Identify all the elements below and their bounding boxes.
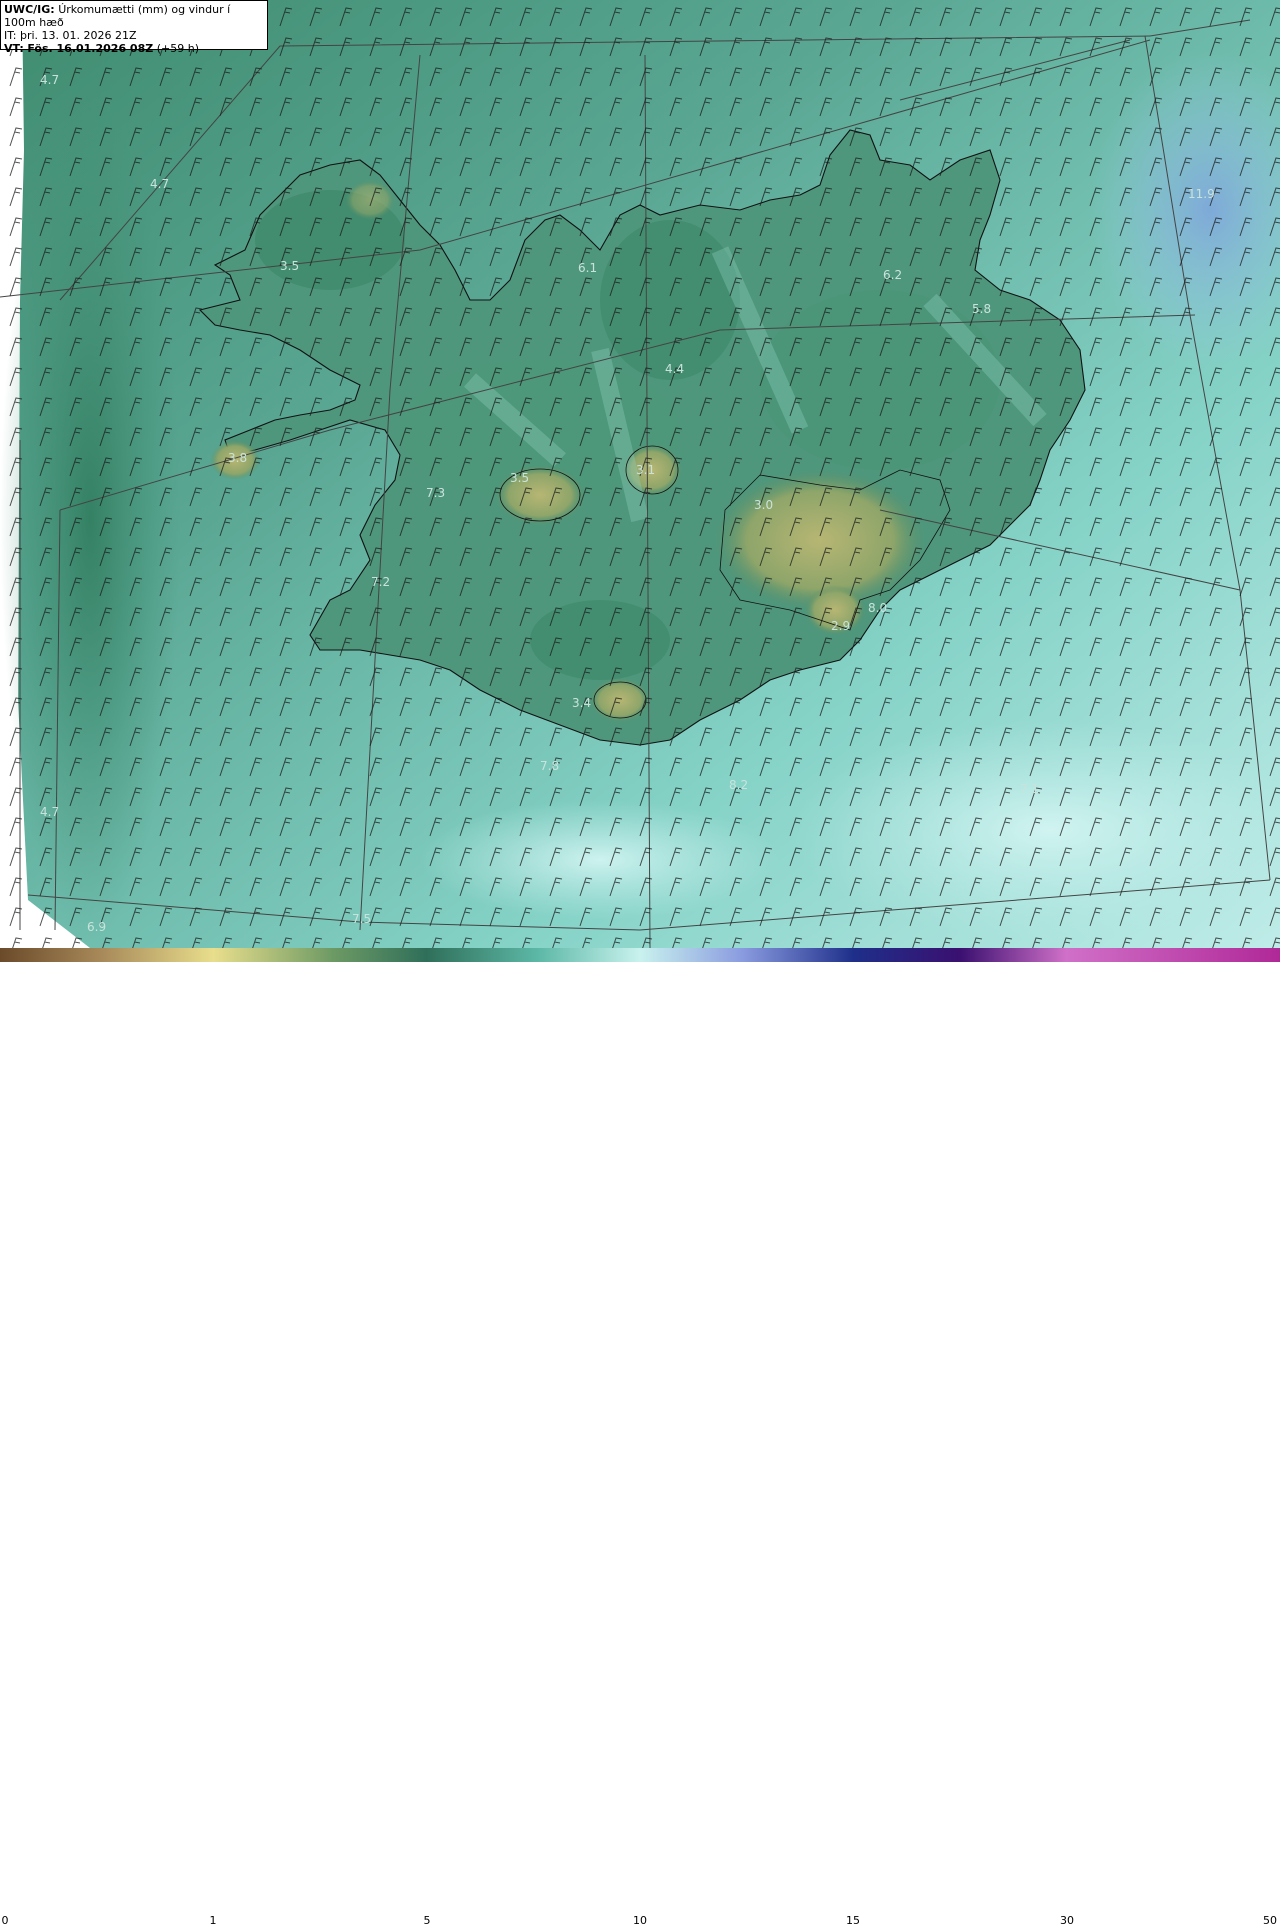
colorbar-tick: 50 [1263, 1914, 1277, 1927]
lead-time: (+59 h) [156, 42, 199, 55]
init-time-line: IT: þri. 13. 01. 2026 21Z [4, 29, 264, 42]
value-label: 11.9 [1188, 187, 1215, 201]
value-label: 6.9 [87, 920, 106, 934]
model-name: UWC/IG: [4, 3, 55, 16]
value-label: 3.5 [280, 259, 299, 273]
init-time-label: IT: [4, 29, 17, 42]
value-label: 3.4 [572, 696, 591, 710]
value-label: 6.2 [883, 268, 902, 282]
value-label: 7.1 [1020, 782, 1039, 796]
value-label: 6.1 [578, 261, 597, 275]
value-label: 8.0 [868, 601, 887, 615]
map-header: UWC/IG: Úrkomumætti (mm) og vindur í 100… [0, 0, 268, 55]
value-label: 8.2 [729, 778, 748, 792]
colorbar-tick: 5 [423, 1914, 431, 1927]
value-label: 3.0 [754, 498, 773, 512]
colorbar-tick: 10 [633, 1914, 647, 1927]
value-label: 4.7 [40, 73, 59, 87]
value-label: 2.9 [831, 619, 850, 633]
colorbar: 0 1 5 10 15 30 50 [0, 948, 1280, 1927]
valid-time-value: Fös. 16.01.2026 08Z [27, 42, 154, 55]
value-label: 7.5 [352, 912, 371, 926]
colorbar-strip [0, 948, 1280, 962]
value-label: 3.1 [636, 463, 655, 477]
value-label: 3.8 [228, 451, 247, 465]
value-label: 3.5 [510, 471, 529, 485]
colorbar-tick: 0 [1, 1914, 9, 1927]
value-label: 4.4 [665, 362, 684, 376]
title-line: UWC/IG: Úrkomumætti (mm) og vindur í 100… [4, 3, 264, 29]
value-label: 7.2 [371, 575, 390, 589]
valid-time-label: VT: [4, 42, 24, 55]
init-time-value: þri. 13. 01. 2026 21Z [19, 29, 137, 42]
colorbar-tick: 30 [1060, 1914, 1074, 1927]
value-label: 7.8 [540, 759, 559, 773]
valid-time-line: VT: Fös. 16.01.2026 08Z (+59 h) [4, 42, 264, 55]
value-label: 7.3 [426, 486, 445, 500]
forecast-map: 4.7 4.7 3.5 6.1 6.2 11.9 5.8 4.4 3.8 3.5… [0, 0, 1280, 948]
colorbar-tick: 1 [209, 1914, 217, 1927]
value-label: 4.7 [40, 805, 59, 819]
value-label: 4.7 [150, 177, 169, 191]
value-label: 5.8 [972, 302, 991, 316]
colorbar-tick: 15 [846, 1914, 860, 1927]
